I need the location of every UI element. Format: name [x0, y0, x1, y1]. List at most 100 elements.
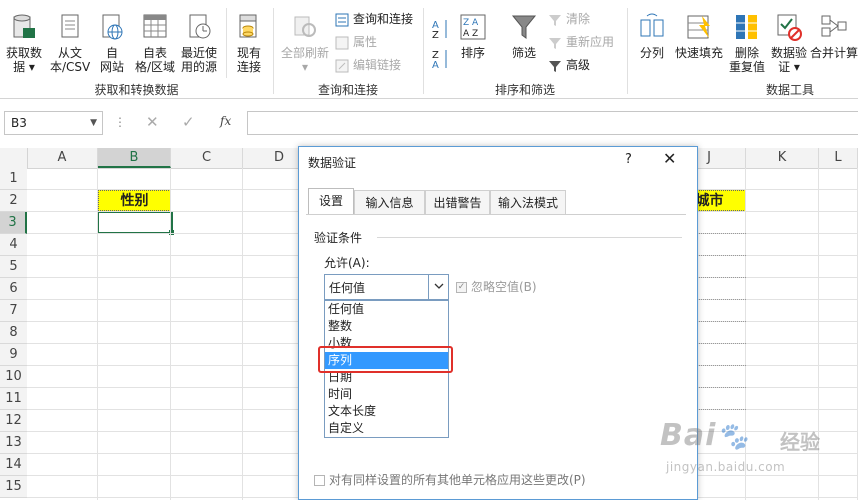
row-header-8[interactable]: 8	[0, 322, 27, 344]
properties-button[interactable]: 属性	[335, 33, 377, 51]
from-web-button[interactable]: 自 网站	[94, 12, 130, 74]
allow-select[interactable]: 任何值	[324, 274, 449, 300]
consolidate-icon	[821, 12, 847, 42]
remove-duplicates-button[interactable]: 删除 重复值	[726, 12, 768, 74]
reapply-icon	[548, 36, 562, 50]
selected-cell-B3[interactable]	[97, 211, 173, 234]
watermark-brand: Bai	[660, 418, 717, 453]
queries-connections-button[interactable]: 查询和连接	[335, 10, 413, 28]
row-header-7[interactable]: 7	[0, 300, 27, 322]
edit-links-button[interactable]: 编辑链接	[335, 56, 401, 74]
from-text-label-2: 本/CSV	[50, 60, 91, 74]
watermark-logo-text: Bai🐾	[660, 418, 750, 453]
row-header-6[interactable]: 6	[0, 278, 27, 300]
consolidate-button[interactable]: 合并计算	[810, 12, 858, 60]
tab-error-alert[interactable]: 出错警告	[425, 190, 490, 214]
reapply-button[interactable]: 重新应用	[548, 33, 614, 51]
text-to-columns-button[interactable]: 分列	[634, 12, 670, 60]
group-label-get-transform: 获取和转换数据	[94, 83, 179, 97]
cancel-icon[interactable]: ✕	[146, 113, 159, 131]
cell-B2[interactable]: 性别	[98, 190, 171, 211]
option-any-value[interactable]: 任何值	[325, 301, 448, 318]
filter-button[interactable]: 筛选	[505, 12, 543, 60]
select-all-corner[interactable]	[0, 148, 28, 168]
column-gridline	[242, 168, 243, 500]
row-header-12[interactable]: 12	[0, 410, 27, 432]
option-custom[interactable]: 自定义	[325, 420, 448, 437]
row-header-11[interactable]: 11	[0, 388, 27, 410]
row-header-15[interactable]: 15	[0, 476, 27, 498]
table-icon	[142, 12, 168, 42]
column-header-B[interactable]: B	[98, 148, 171, 168]
row-header-5[interactable]: 5	[0, 256, 27, 278]
paw-icon: 🐾	[716, 422, 750, 452]
formula-bar: B3 ▼ ⋮ ✕ ✓ fx	[0, 108, 858, 138]
option-time[interactable]: 时间	[325, 386, 448, 403]
data-validation-button[interactable]: 数据验 证 ▾	[768, 12, 810, 74]
from-table-label-1: 自表	[142, 46, 167, 60]
recent-sources-button[interactable]: 最近使 用的源	[178, 12, 220, 74]
svg-text:A: A	[432, 60, 439, 70]
tab-input-message[interactable]: 输入信息	[354, 190, 425, 214]
row-header-3[interactable]: 3	[0, 212, 27, 234]
clear-button[interactable]: 清除	[548, 10, 590, 28]
enter-check-icon[interactable]: ✓	[182, 113, 195, 131]
properties-label: 属性	[353, 35, 378, 49]
dialog-title: 数据验证	[308, 156, 357, 170]
refresh-all-label: 全部刷新	[280, 46, 329, 60]
existing-connections-button[interactable]: 现有 连接	[230, 12, 268, 74]
refresh-all-button[interactable]: 全部刷新 ▾	[278, 12, 332, 74]
row-header-9[interactable]: 9	[0, 344, 27, 366]
formula-input[interactable]	[247, 111, 858, 135]
row-header-14[interactable]: 14	[0, 454, 27, 476]
clock-file-icon	[186, 12, 212, 42]
close-icon[interactable]: ✕	[663, 149, 676, 168]
from-text-csv-button[interactable]: 从文 本/CSV	[50, 12, 90, 74]
ignore-blank-checkbox[interactable]: ✓ 忽略空值(B)	[456, 278, 537, 295]
clear-filter-icon	[548, 13, 562, 27]
name-box[interactable]: B3 ▼	[4, 111, 103, 135]
remove-dup-label-1: 删除	[734, 46, 759, 60]
sort-button[interactable]: Z AA Z 排序	[455, 12, 491, 60]
row-header-2[interactable]: 2	[0, 190, 27, 212]
more-options-icon[interactable]: ⋮	[114, 115, 126, 129]
name-box-value: B3	[11, 116, 27, 130]
row-header-10[interactable]: 10	[0, 366, 27, 388]
row-header-4[interactable]: 4	[0, 234, 27, 256]
ribbon: 获取数 据 ▾ 从文 本/CSV 自 网站 自表 格/区域 最近使 用的源 获取…	[0, 0, 858, 99]
highlight-annotation-box	[318, 346, 453, 373]
apply-to-all-label: 对有同样设置的所有其他单元格应用这些更改(P)	[329, 473, 586, 487]
advanced-filter-button[interactable]: 高级	[548, 56, 590, 74]
column-gridline	[170, 168, 171, 500]
row-header-1[interactable]: 1	[0, 168, 27, 190]
column-gridline	[97, 168, 98, 500]
text-file-icon	[57, 12, 83, 42]
column-header-C[interactable]: C	[171, 148, 243, 168]
get-data-button[interactable]: 获取数 据 ▾	[2, 12, 46, 74]
option-text-length[interactable]: 文本长度	[325, 403, 448, 420]
flash-fill-button[interactable]: 快速填充	[672, 12, 726, 60]
column-header-L[interactable]: L	[819, 148, 858, 168]
remove-dup-label-2: 重复值	[728, 60, 765, 74]
insert-function-icon[interactable]: fx	[220, 114, 231, 128]
column-header-K[interactable]: K	[746, 148, 819, 168]
tab-settings[interactable]: 设置	[308, 188, 354, 214]
row-header-13[interactable]: 13	[0, 432, 27, 454]
svg-text:A Z: A Z	[463, 29, 478, 39]
tab-ime-mode[interactable]: 输入法模式	[490, 190, 566, 214]
chevron-down-icon[interactable]	[428, 275, 448, 299]
chevron-down-icon[interactable]: ▼	[90, 112, 97, 134]
link-icon	[335, 59, 349, 73]
help-icon[interactable]: ?	[625, 152, 632, 167]
database-icon	[11, 12, 37, 42]
checkbox-checked-icon: ✓	[456, 282, 467, 293]
option-whole-number[interactable]: 整数	[325, 318, 448, 335]
column-header-A[interactable]: A	[27, 148, 98, 168]
from-text-label-1: 从文	[57, 46, 82, 60]
remove-duplicates-icon	[734, 12, 760, 42]
split-label: 分列	[639, 46, 664, 60]
sort-az-icons[interactable]: AZZA	[432, 14, 450, 71]
apply-to-all-checkbox[interactable]: 对有同样设置的所有其他单元格应用这些更改(P)	[314, 471, 586, 488]
from-table-button[interactable]: 自表 格/区域	[133, 12, 177, 74]
advanced-label: 高级	[566, 58, 591, 72]
